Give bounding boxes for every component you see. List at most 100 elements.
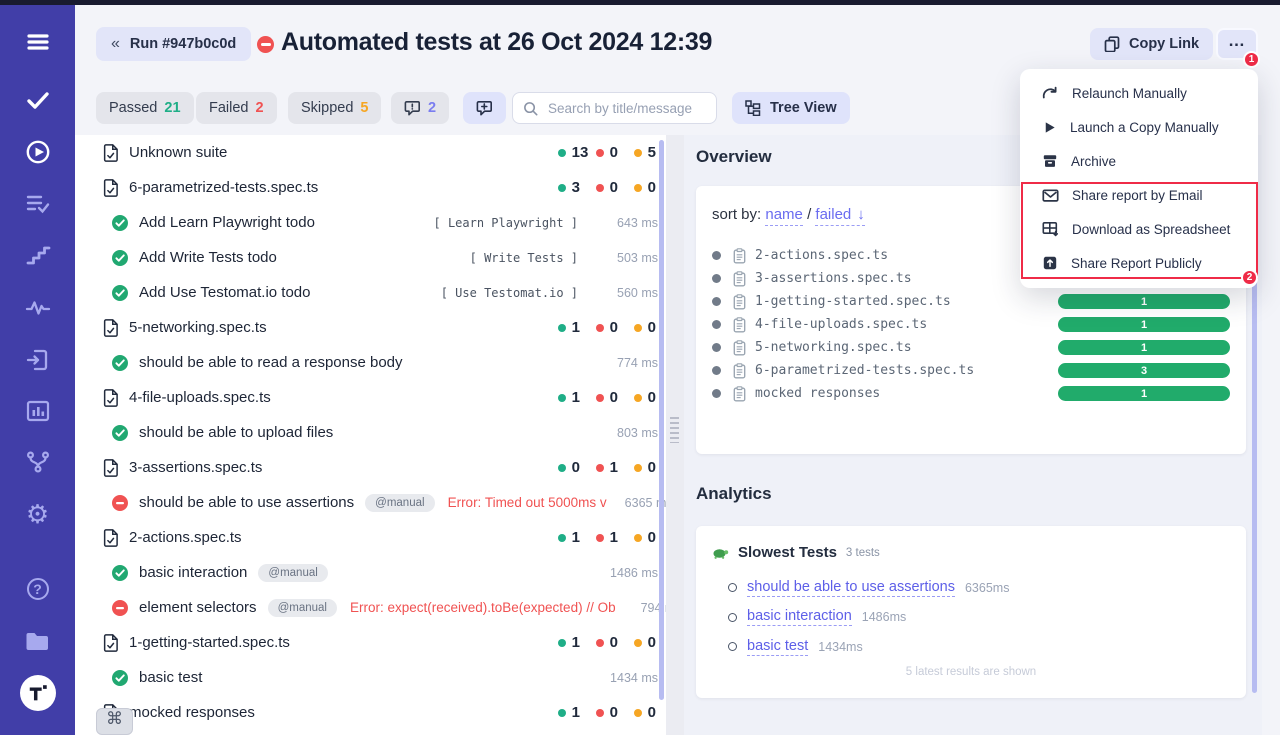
test-passed-icon <box>112 215 128 231</box>
menu-icon[interactable] <box>0 29 75 55</box>
test-list-scrollbar[interactable] <box>659 140 664 700</box>
overview-suite-name: 3-assertions.spec.ts <box>755 271 912 286</box>
failed-count: 0 <box>596 179 634 196</box>
test-list-row[interactable]: should be able to read a response body 7… <box>75 345 666 380</box>
menu-item-launch-copy[interactable]: Launch a Copy Manually <box>1020 110 1258 144</box>
slowest-test-link[interactable]: basic test <box>747 638 808 656</box>
search-input[interactable] <box>546 100 727 117</box>
skipped-count: 5 <box>360 100 368 116</box>
panel-divider[interactable] <box>666 135 684 735</box>
slowest-test-link[interactable]: basic interaction <box>747 608 852 626</box>
filter-passed-button[interactable]: Passed 21 <box>96 92 194 124</box>
slowest-tests-list: should be able to use assertions 6365ms … <box>728 573 1228 662</box>
copy-link-button[interactable]: Copy Link <box>1090 28 1213 60</box>
bullet-dot-icon <box>712 297 721 306</box>
failed-count: 1 <box>596 529 634 546</box>
failed-dot-icon <box>596 149 604 157</box>
test-run-report-app: ⚙ ? « Run #947b0c0d Automated tests at 2… <box>0 0 1280 735</box>
error-message: Error: expect(received).toBe(expected) /… <box>350 600 616 615</box>
command-key-hint: ⌘ <box>96 708 133 735</box>
filter-comments-button[interactable]: 2 <box>391 92 449 124</box>
branch-icon[interactable] <box>0 449 75 475</box>
test-list-row[interactable]: 3-assertions.spec.ts 0 1 0 <box>75 450 666 485</box>
suite-result-counts: 0 1 0 <box>558 459 658 476</box>
test-list-row[interactable]: 1-getting-started.spec.ts 1 0 0 <box>75 625 666 660</box>
sidebar: ⚙ ? <box>0 0 75 735</box>
test-duration: 803 ms <box>606 426 658 440</box>
suite-result-counts: 13 0 5 <box>558 144 658 161</box>
sort-direction-arrow: ↓ <box>857 206 865 223</box>
menu-item-relaunch[interactable]: Relaunch Manually <box>1020 76 1258 110</box>
tree-view-button[interactable]: Tree View <box>732 92 850 124</box>
run-id-label: Run #947b0c0d <box>130 36 236 52</box>
comment-icon <box>404 100 421 116</box>
gear-icon[interactable]: ⚙ <box>0 501 75 527</box>
test-name: basic interaction <box>139 564 247 581</box>
back-chevrons-icon: « <box>111 35 120 53</box>
passed-count: 1 <box>558 389 596 406</box>
check-icon[interactable] <box>0 87 75 113</box>
sort-by-name-link[interactable]: name <box>765 206 803 226</box>
sort-by-failed-link[interactable]: failed↓ <box>815 206 864 226</box>
passed-dot-icon <box>558 184 566 192</box>
overview-suite-row[interactable]: 5-networking.spec.ts 1 <box>712 336 1230 359</box>
overview-suite-row[interactable]: 1-getting-started.spec.ts 1 <box>712 290 1230 313</box>
slowest-test-row: basic test 1434ms <box>728 632 1228 662</box>
test-list-row[interactable]: mocked responses 1 0 0 <box>75 695 666 730</box>
tree-view-icon <box>745 100 761 116</box>
slowest-test-row: basic interaction 1486ms <box>728 603 1228 633</box>
slowest-test-link[interactable]: should be able to use assertions <box>747 579 955 597</box>
sort-divider: / <box>807 206 811 223</box>
sign-in-icon[interactable] <box>0 347 75 373</box>
test-list-row[interactable]: Add Use Testomat.io todo [ Use Testomat.… <box>75 275 666 310</box>
test-list-row[interactable]: basic interaction @manual 1486 ms <box>75 555 666 590</box>
back-to-run-button[interactable]: « Run #947b0c0d <box>96 27 251 61</box>
passed-dot-icon <box>558 324 566 332</box>
overview-suite-name: mocked responses <box>755 386 880 401</box>
test-list-row[interactable]: 6-parametrized-tests.spec.ts 3 0 0 <box>75 170 666 205</box>
test-list-row[interactable]: element selectors @manual Error: expect(… <box>75 590 666 625</box>
test-list-row[interactable]: should be able to use assertions @manual… <box>75 485 666 520</box>
test-name: 4-file-uploads.spec.ts <box>129 389 271 406</box>
overview-suite-row[interactable]: 4-file-uploads.spec.ts 1 <box>712 313 1230 336</box>
test-duration: 1434 ms <box>606 671 658 685</box>
steps-icon[interactable] <box>0 243 75 269</box>
bullet-dot-icon <box>712 274 721 283</box>
test-list-row[interactable]: Add Write Tests todo [ Write Tests ] 503… <box>75 240 666 275</box>
add-comment-button[interactable] <box>463 92 506 124</box>
test-list-row[interactable]: Add Learn Playwright todo [ Learn Playwr… <box>75 205 666 240</box>
test-passed-icon <box>112 565 128 581</box>
menu-item-download-spreadsheet[interactable]: Download as Spreadsheet <box>1020 212 1258 246</box>
test-list-row[interactable]: Unknown suite 13 0 5 <box>75 135 666 170</box>
overview-suite-row[interactable]: mocked responses 1 <box>712 382 1230 405</box>
menu-item-share-email[interactable]: Share report by Email <box>1020 178 1258 212</box>
test-list-row[interactable]: 4-file-uploads.spec.ts 1 0 0 <box>75 380 666 415</box>
play-circle-icon[interactable] <box>0 139 75 165</box>
test-list-row[interactable]: should be able to upload files 803 ms <box>75 415 666 450</box>
pulse-icon[interactable] <box>0 295 75 321</box>
test-list-row[interactable]: 5-networking.spec.ts 1 0 0 <box>75 310 666 345</box>
bar-chart-icon[interactable] <box>0 398 75 424</box>
bullet-dot-icon <box>712 320 721 329</box>
side-panel-scrollbar[interactable] <box>1252 263 1257 693</box>
menu-item-archive[interactable]: Archive <box>1020 144 1258 178</box>
test-list-row[interactable]: 2-actions.spec.ts 1 1 0 <box>75 520 666 555</box>
filter-failed-button[interactable]: Failed 2 <box>196 92 277 124</box>
passed-dot-icon <box>558 149 566 157</box>
bullet-dot-icon <box>712 343 721 352</box>
folder-icon[interactable] <box>0 629 75 653</box>
filter-skipped-button[interactable]: Skipped 5 <box>288 92 381 124</box>
clipboard-icon <box>733 248 746 264</box>
skipped-label: Skipped <box>301 100 353 116</box>
help-icon[interactable]: ? <box>0 578 75 600</box>
test-list-row[interactable]: basic test 1434 ms <box>75 660 666 695</box>
test-passed-icon <box>112 425 128 441</box>
skipped-dot-icon <box>634 639 642 647</box>
menu-item-share-publicly[interactable]: Share Report Publicly <box>1020 246 1258 280</box>
test-name: should be able to use assertions <box>139 494 354 511</box>
list-check-icon[interactable] <box>0 191 75 217</box>
suite-file-icon <box>103 634 118 652</box>
testomat-logo[interactable] <box>0 675 75 711</box>
overview-suite-row[interactable]: 6-parametrized-tests.spec.ts 3 <box>712 359 1230 382</box>
results-footnote: 5 latest results are shown <box>696 666 1246 678</box>
